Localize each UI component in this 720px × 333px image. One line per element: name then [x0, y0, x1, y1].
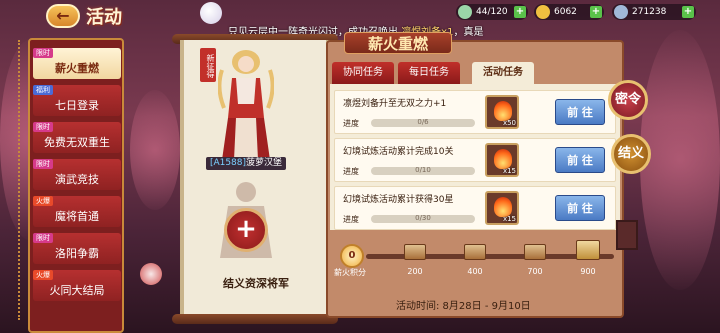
- hero-name-plate: [A1588]菠萝汉堡: [206, 157, 286, 170]
- progress-bar: 0/30: [371, 214, 475, 223]
- panel-title: 薪火重燃: [344, 32, 452, 54]
- big-chest-icon[interactable]: [576, 240, 600, 260]
- progress-label: 进度: [343, 119, 359, 128]
- chain-deco: [18, 40, 28, 320]
- top-bar: ← 活动 只见云层中一阵奇光闪过，成功召唤出 凛煜刘备x1，真是 44/120 …: [0, 0, 720, 38]
- go-button[interactable]: 前 往: [555, 147, 605, 173]
- flame-icon: [494, 149, 512, 169]
- lucky-bag-icon: [140, 263, 162, 285]
- task-title: 幻境试炼活动累计完成10关: [343, 147, 454, 157]
- sidebar-item-luoyang[interactable]: 限时 洛阳争霸: [33, 233, 121, 264]
- side-tag: 限时: [33, 122, 53, 132]
- flame-icon: [494, 101, 512, 121]
- milestone-value: 400: [467, 267, 483, 276]
- sidebar-item-arena[interactable]: 限时 演武竞技: [33, 159, 121, 190]
- add-jade-button[interactable]: +: [514, 6, 526, 18]
- sidebar-item-label: 演武竞技: [55, 173, 99, 186]
- progress-text: 0/10: [415, 166, 431, 174]
- milestone-value: 700: [527, 267, 543, 276]
- cloud-icon: [200, 2, 222, 24]
- scroll-rod: [172, 314, 338, 324]
- progress-label: 进度: [343, 167, 359, 176]
- lantern-deco: [616, 220, 638, 250]
- hero-name: 菠萝汉堡: [246, 158, 283, 168]
- secret-order-button[interactable]: 密令: [608, 80, 648, 120]
- milestone-value: 200: [407, 267, 423, 276]
- task-title: 幻境试炼活动累计获得30星: [343, 195, 454, 205]
- reward-item[interactable]: x15: [485, 191, 519, 225]
- sidebar-item-demon[interactable]: 火爆 魔将首通: [33, 196, 121, 227]
- sidebar-item-label: 火同大结局: [49, 284, 105, 297]
- side-tag: 限时: [33, 48, 53, 58]
- progress-text: 0/6: [417, 118, 429, 126]
- sidebar-item-finale[interactable]: 火爆 火同大结局: [33, 270, 121, 301]
- side-tag: 限时: [33, 233, 53, 243]
- score-label: 薪火积分: [334, 268, 366, 277]
- resource-jade: 44/120 +: [456, 4, 528, 20]
- progress-text: 0/30: [415, 214, 431, 222]
- sidebar-item-label: 洛阳争霸: [55, 247, 99, 260]
- progress-bar: 0/6: [371, 118, 475, 127]
- sidebar-item-label: 免费无双重生: [44, 136, 110, 149]
- back-button[interactable]: ←: [46, 4, 80, 28]
- sidebar-item-xinhuo[interactable]: 限时 薪火重燃: [33, 48, 121, 79]
- add-silver-button[interactable]: +: [682, 6, 694, 18]
- hero-id: [A1588]: [209, 158, 247, 168]
- event-time: 活动时间: 8月28日 - 9月10日: [396, 301, 531, 312]
- reward-count: x15: [502, 215, 516, 223]
- go-button[interactable]: 前 往: [555, 99, 605, 125]
- milestone-value: 900: [580, 267, 596, 276]
- sworn-brother-button[interactable]: 结义: [611, 134, 651, 174]
- task-row: 幻境试炼活动累计获得30星 进度 0/30 x15 前 往: [334, 186, 616, 230]
- reward-count: x50: [502, 119, 516, 127]
- go-button[interactable]: 前 往: [555, 195, 605, 221]
- tab-cooperative[interactable]: 协同任务: [332, 62, 394, 84]
- reward-item[interactable]: x15: [485, 143, 519, 177]
- hero-portrait: [218, 50, 274, 160]
- sidebar-item-login[interactable]: 福利 七日登录: [33, 85, 121, 116]
- score-badge: 0: [340, 244, 364, 268]
- add-sworn-hero-button[interactable]: +: [224, 208, 268, 252]
- new-hero-badge: 新征得: [200, 48, 216, 82]
- tab-event[interactable]: 活动任务: [472, 62, 534, 84]
- page-title: 活动: [86, 7, 122, 28]
- jade-icon: [458, 5, 472, 19]
- sidebar-item-rebirth[interactable]: 限时 免费无双重生: [33, 122, 121, 153]
- task-row: 幻境试炼活动累计完成10关 进度 0/10 x15 前 往: [334, 138, 616, 182]
- side-tag: 火爆: [33, 270, 53, 280]
- reward-item[interactable]: x50: [485, 95, 519, 129]
- reward-count: x15: [502, 167, 516, 175]
- chest-icon[interactable]: [524, 244, 546, 260]
- progress-label: 进度: [343, 215, 359, 224]
- gold-ingot-icon: [536, 5, 550, 19]
- recruit-label: 结义资深将军: [223, 277, 289, 290]
- tab-daily[interactable]: 每日任务: [398, 62, 460, 84]
- side-tag: 福利: [33, 85, 53, 95]
- side-tag: 火爆: [33, 196, 53, 206]
- task-title: 凛煜刘备升至无双之力+1: [343, 99, 447, 109]
- chest-icon[interactable]: [464, 244, 486, 260]
- task-row: 凛煜刘备升至无双之力+1 进度 0/6 x50 前 往: [334, 90, 616, 134]
- chest-icon[interactable]: [404, 244, 426, 260]
- resource-value: 6062: [554, 7, 577, 17]
- resource-silver: 271238 +: [612, 4, 696, 20]
- add-gold-button[interactable]: +: [590, 6, 602, 18]
- activity-sidebar: 限时 薪火重燃 福利 七日登录 限时 免费无双重生 限时 演武竞技 火爆 魔将首…: [28, 38, 124, 333]
- blossom-deco: [130, 90, 180, 210]
- progress-bar: 0/10: [371, 166, 475, 175]
- silver-coin-icon: [614, 5, 628, 19]
- sidebar-item-label: 薪火重燃: [55, 62, 99, 75]
- flame-icon: [494, 197, 512, 217]
- resource-value: 44/120: [476, 7, 508, 17]
- resource-gold: 6062 +: [534, 4, 604, 20]
- blossom-deco: [640, 30, 720, 290]
- resource-value: 271238: [632, 7, 667, 17]
- sidebar-item-label: 七日登录: [55, 99, 99, 112]
- side-tag: 限时: [33, 159, 53, 169]
- sidebar-item-label: 魔将首通: [55, 210, 99, 223]
- milestone-bar: 0 薪火积分 200 400 700 900: [330, 232, 620, 282]
- marquee-suffix: ，真是: [453, 27, 484, 38]
